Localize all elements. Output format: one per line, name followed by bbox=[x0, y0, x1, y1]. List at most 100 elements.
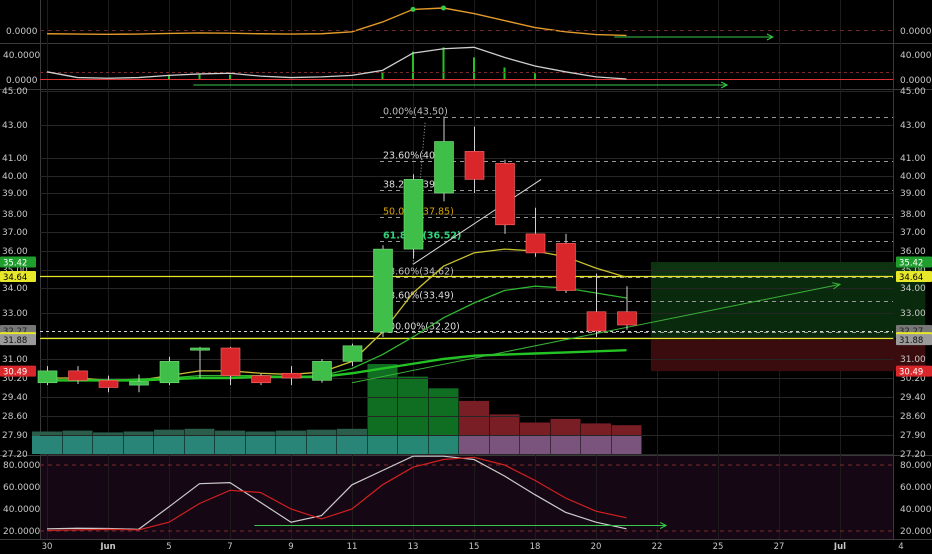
price-axis-label-right: 34.00 bbox=[900, 284, 926, 294]
candle-body bbox=[281, 372, 302, 379]
price-axis-label-left: 40.00 bbox=[2, 172, 28, 182]
price-axis-label-left: 27.20 bbox=[2, 450, 28, 460]
price-badge-label: 34.64 bbox=[3, 273, 27, 283]
oscillator-label-left: 80.0000 bbox=[3, 461, 40, 471]
fib-level-label: 100.00%(32.20) bbox=[383, 322, 460, 333]
trade-zone bbox=[650, 262, 926, 277]
trade-zone bbox=[650, 276, 926, 338]
volume-band bbox=[93, 436, 123, 454]
oscillator-label-right: 80.0000 bbox=[900, 461, 932, 471]
price-axis-label-left: 39.00 bbox=[2, 189, 28, 199]
x-axis-tick-label: Jun bbox=[99, 542, 115, 550]
x-axis-tick-label: 11 bbox=[347, 542, 358, 550]
x-axis-tick-label: Jul bbox=[833, 542, 846, 550]
volume-band bbox=[184, 436, 215, 454]
candle-body bbox=[98, 380, 119, 388]
price-axis-label-left: 31.00 bbox=[2, 355, 28, 365]
price-axis-label-left: 45.00 bbox=[2, 87, 28, 97]
price-axis-label-right: 33.00 bbox=[900, 309, 926, 319]
x-axis-tick-label: 30 bbox=[42, 542, 53, 550]
volume-band bbox=[337, 436, 367, 454]
volume-band bbox=[276, 436, 306, 454]
candle-body bbox=[129, 381, 149, 386]
volume-band bbox=[428, 436, 459, 454]
oscillator-label-left: 20.0000 bbox=[3, 527, 40, 537]
x-axis-tick-label: 22 bbox=[652, 542, 663, 550]
indicator-top-marker bbox=[410, 6, 416, 12]
price-badge-label: 34.64 bbox=[899, 273, 923, 283]
price-axis-label-right: 28.60 bbox=[900, 412, 926, 422]
candle-body bbox=[68, 370, 88, 381]
oscillator-label-right: 40.0000 bbox=[900, 505, 932, 515]
price-axis-label-right: 29.40 bbox=[900, 393, 926, 403]
candle-body bbox=[220, 347, 241, 376]
price-axis-label-left: 41.00 bbox=[2, 154, 28, 164]
fib-level-label: 88.60%(33.49) bbox=[383, 291, 454, 302]
volume-band bbox=[611, 436, 642, 454]
candle-body bbox=[464, 151, 485, 180]
price-axis-label-right: 43.00 bbox=[900, 121, 926, 131]
candle-body bbox=[342, 345, 363, 362]
oscillator-label-left: 60.0000 bbox=[3, 483, 40, 493]
price-axis-label-right: 27.20 bbox=[900, 450, 926, 460]
candle-body bbox=[190, 347, 210, 351]
x-axis-tick-label: 13 bbox=[408, 542, 419, 550]
x-axis-tick-label: 7 bbox=[227, 542, 232, 550]
price-axis-label-right: 38.00 bbox=[900, 210, 926, 220]
price-axis-label-left: 38.00 bbox=[2, 210, 28, 220]
oscillator-label-right: 60.0000 bbox=[900, 483, 932, 493]
fib-level-label: 0.00%(43.50) bbox=[383, 107, 448, 118]
candle-body bbox=[251, 375, 271, 384]
candle-body bbox=[586, 311, 607, 332]
x-axis-tick-label: 27 bbox=[774, 542, 785, 550]
price-axis-label-left: 37.00 bbox=[2, 228, 28, 238]
x-axis-tick-label: 20 bbox=[591, 542, 602, 550]
fib-level-label: 78.60%(34.62) bbox=[383, 267, 454, 278]
price-axis-label-left: 27.90 bbox=[2, 431, 28, 441]
price-axis-label-right: 40.00 bbox=[900, 172, 926, 182]
price-axis-label-left: 29.40 bbox=[2, 393, 28, 403]
volume-band bbox=[306, 436, 337, 454]
oscillator-label-left: 40.0000 bbox=[3, 505, 40, 515]
volume-band bbox=[123, 436, 154, 454]
candle-body bbox=[159, 361, 180, 384]
candle-body bbox=[373, 248, 393, 333]
price-axis-label-right: 37.00 bbox=[900, 228, 926, 238]
price-badge-label: 30.49 bbox=[899, 368, 923, 378]
x-axis-background bbox=[0, 540, 932, 550]
indicator-top-label-right: 0.0000 bbox=[900, 27, 932, 37]
indicator-mid-label-left: 0.0000 bbox=[6, 76, 38, 86]
volume-band bbox=[398, 436, 428, 454]
candle-body bbox=[312, 361, 332, 381]
candle-body bbox=[525, 233, 546, 254]
price-badge-label: 31.88 bbox=[3, 336, 27, 346]
chart-stage: 0.00%(43.50)23.60%(40.83)38.20%(39.19)50… bbox=[0, 0, 932, 552]
price-axis-label-right: 27.90 bbox=[900, 431, 926, 441]
price-axis-label-left: 43.00 bbox=[2, 121, 28, 131]
price-axis-label-right: 45.00 bbox=[900, 87, 926, 97]
price-badge-label: 35.42 bbox=[3, 259, 27, 269]
indicator-mid-label-left: 40.0000 bbox=[3, 51, 40, 61]
indicator-mid-label-right: 0.0000 bbox=[900, 76, 932, 86]
price-axis-label-left: 36.00 bbox=[2, 247, 28, 257]
volume-band bbox=[459, 436, 489, 454]
oscillator-panel-background bbox=[40, 456, 893, 539]
price-axis-label-left: 33.00 bbox=[2, 309, 28, 319]
trading-chart[interactable]: 0.00%(43.50)23.60%(40.83)38.20%(39.19)50… bbox=[0, 0, 932, 552]
x-axis-tick-label: 5 bbox=[166, 542, 171, 550]
volume-band bbox=[520, 436, 550, 454]
volume-band bbox=[154, 436, 184, 454]
indicator-mid-label-right: 40.0000 bbox=[900, 51, 932, 61]
volume-band bbox=[32, 436, 62, 454]
price-axis-label-right: 31.00 bbox=[900, 355, 926, 365]
price-axis-label-right: 36.00 bbox=[900, 247, 926, 257]
x-axis-tick-label: 4 bbox=[898, 542, 903, 550]
price-axis-label-right: 41.00 bbox=[900, 154, 926, 164]
candle-body bbox=[37, 370, 58, 384]
volume-band bbox=[62, 436, 93, 454]
candle-body bbox=[434, 141, 454, 194]
indicator-top-marker bbox=[441, 5, 446, 11]
price-axis-label-right: 39.00 bbox=[900, 189, 926, 199]
price-badge-label: 31.88 bbox=[899, 336, 923, 346]
x-axis-tick-label: 18 bbox=[530, 542, 541, 550]
